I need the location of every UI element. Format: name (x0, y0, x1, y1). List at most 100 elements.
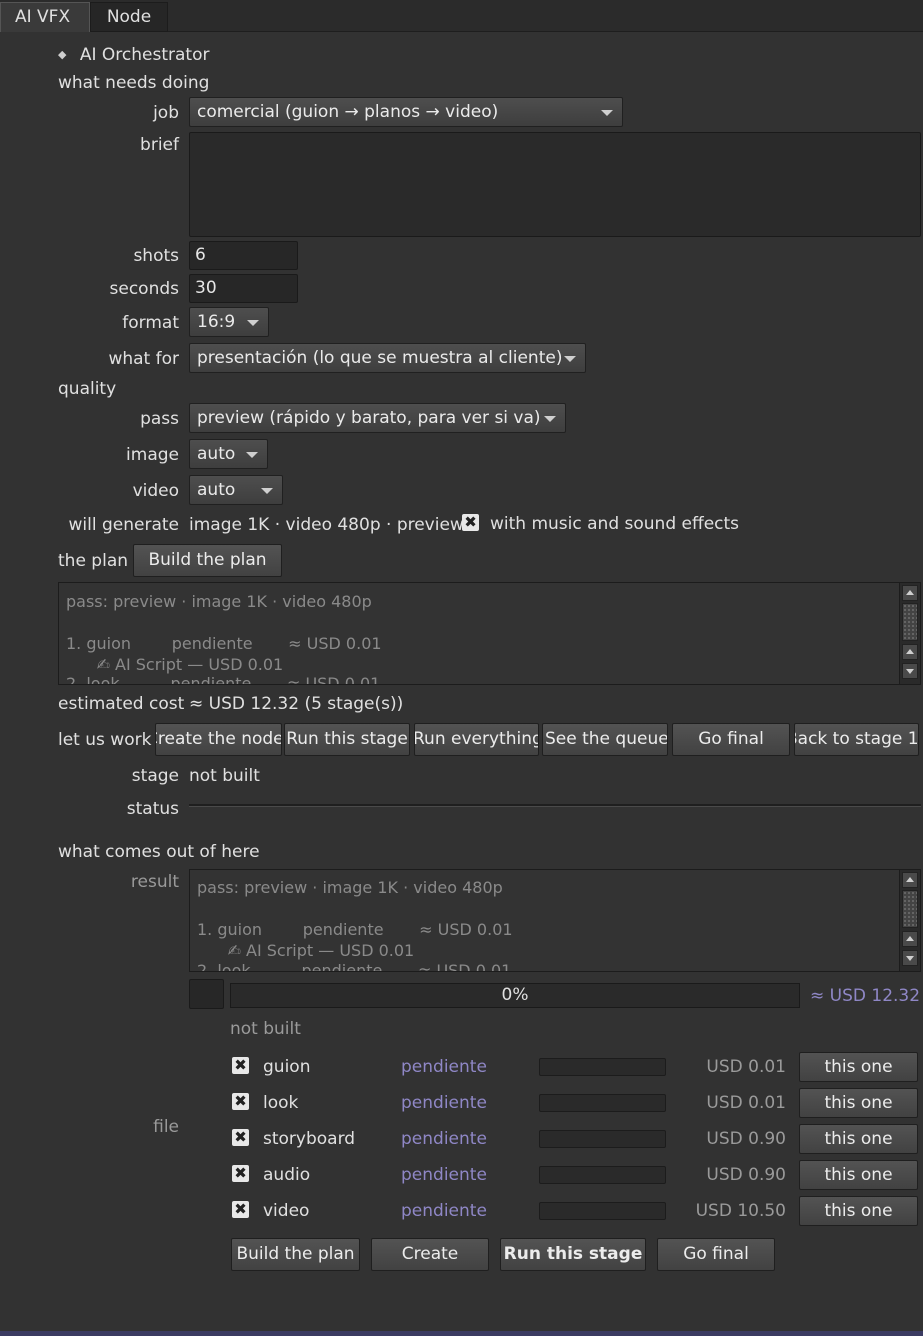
video-select-value: auto (197, 480, 236, 500)
plan-line: pass: preview · image 1K · video 480p (66, 592, 372, 611)
scroll-up-button[interactable] (902, 585, 918, 601)
stage-this-one-button[interactable]: this one (799, 1196, 918, 1226)
stage-cost: USD 0.01 (706, 1093, 786, 1113)
format-label: format (122, 313, 179, 333)
will-generate-value: image 1K · video 480p · preview (189, 515, 464, 535)
will-generate-label: will generate (68, 515, 180, 535)
go-final-bottom-button[interactable]: Go final (657, 1238, 775, 1271)
bottom-accent-bar (0, 1331, 923, 1336)
stage-checkbox[interactable]: ✖ (232, 1057, 249, 1074)
stage-cost: USD 10.50 (695, 1201, 786, 1221)
stage-name: look (263, 1093, 299, 1113)
stage-this-one-button[interactable]: this one (799, 1052, 918, 1082)
run-stage-bottom-button[interactable]: Run this stage (500, 1238, 646, 1271)
see-queue-button[interactable]: See the queue (542, 723, 668, 756)
create-node-label: Create the node (155, 729, 282, 749)
result-textbox[interactable]: pass: preview · image 1K · video 480p 1.… (189, 869, 921, 972)
video-select[interactable]: auto (189, 475, 283, 505)
scroll-up-button[interactable] (902, 644, 918, 660)
format-select[interactable]: 16:9 (189, 307, 269, 337)
result-line: 2. look pendiente ≈ USD 0.01 (197, 961, 512, 972)
arrow-up-icon (906, 590, 914, 595)
what-for-select-value: presentación (lo que se muestra al clien… (197, 348, 563, 368)
chevron-down-icon (544, 416, 556, 422)
stage-progress-bar (539, 1058, 666, 1076)
result-label: result (130, 872, 179, 892)
build-plan-button[interactable]: Build the plan (133, 544, 282, 577)
pass-select-value: preview (rápido y barato, para ver si va… (197, 408, 541, 428)
plan-line: ✍ AI Script — USD 0.01 (66, 655, 284, 674)
scroll-down-button[interactable] (902, 663, 918, 679)
run-stage-button[interactable]: Run this stage (284, 723, 410, 756)
stage-this-one-button[interactable]: this one (799, 1088, 918, 1118)
seconds-input[interactable]: 30 (189, 274, 298, 303)
panel-title: AI Orchestrator (79, 45, 210, 65)
job-select[interactable]: comercial (guion → planos → video) (189, 97, 623, 127)
image-select[interactable]: auto (189, 439, 268, 469)
back-to-stage-1-button[interactable]: Back to stage 1 (794, 723, 919, 756)
stage-checkbox[interactable]: ✖ (232, 1165, 249, 1182)
plan-scrollbar[interactable] (899, 583, 920, 684)
stage-checkbox[interactable]: ✖ (232, 1093, 249, 1110)
stage-progress-bar (539, 1202, 666, 1220)
stage-this-one-button[interactable]: this one (799, 1124, 918, 1154)
scroll-handle[interactable] (902, 890, 918, 928)
arrow-up-icon (906, 649, 914, 654)
progress-bar: 0% (230, 983, 800, 1008)
section-what-comes-out: what comes out of here (58, 842, 260, 862)
x-mark-icon: ✖ (234, 1200, 247, 1218)
shots-input[interactable]: 6 (189, 241, 298, 270)
what-for-select[interactable]: presentación (lo que se muestra al clien… (189, 343, 586, 373)
result-line: 1. guion pendiente ≈ USD 0.01 (197, 920, 513, 939)
stage-label: stage (131, 766, 179, 786)
what-for-label: what for (108, 349, 179, 369)
run-everything-button[interactable]: Run everything (414, 723, 539, 756)
see-queue-label: See the queue (545, 729, 668, 749)
diamond-icon: ◆ (58, 48, 67, 61)
stage-checkbox[interactable]: ✖ (232, 1201, 249, 1218)
shots-label: shots (133, 246, 179, 266)
create-button[interactable]: Create (371, 1238, 489, 1271)
build-plan-bottom-button[interactable]: Build the plan (231, 1238, 360, 1271)
stage-cost: USD 0.90 (706, 1165, 786, 1185)
pass-label: pass (140, 409, 179, 429)
result-line: pass: preview · image 1K · video 480p (197, 878, 503, 897)
arrow-up-icon (906, 877, 914, 882)
video-label: video (132, 481, 179, 501)
stage-cost: USD 0.90 (706, 1129, 786, 1149)
estimated-cost-label: estimated cost (58, 694, 185, 714)
result-scrollbar[interactable] (899, 870, 920, 971)
go-final-button[interactable]: Go final (672, 723, 790, 756)
format-select-value: 16:9 (197, 312, 236, 332)
x-mark-icon: ✖ (234, 1164, 247, 1182)
plan-line: 2. look pendiente ≈ USD 0.01 (66, 674, 381, 685)
chevron-down-icon (247, 320, 259, 326)
stage-value: not built (189, 766, 260, 786)
music-checkbox[interactable]: ✖ (462, 514, 479, 531)
scroll-up-button[interactable] (902, 872, 918, 888)
scroll-up-button[interactable] (902, 931, 918, 947)
tab-ai-vfx[interactable]: AI VFX (0, 2, 90, 32)
status-divider (189, 804, 921, 807)
stage-this-one-button[interactable]: this one (799, 1160, 918, 1190)
build-state: not built (230, 1019, 301, 1039)
thumbnail-swatch[interactable] (189, 979, 224, 1009)
stage-cost: USD 0.01 (706, 1057, 786, 1077)
stage-status: pendiente (401, 1201, 487, 1221)
music-label: with music and sound effects (490, 514, 740, 534)
brief-label: brief (140, 135, 179, 155)
create-node-button[interactable]: Create the node (155, 723, 282, 756)
scroll-handle[interactable] (902, 603, 918, 641)
scroll-down-button[interactable] (902, 950, 918, 966)
progress-value: 0% (501, 985, 529, 1005)
status-label: status (126, 799, 179, 819)
image-select-value: auto (197, 444, 236, 464)
plan-line: 1. guion pendiente ≈ USD 0.01 (66, 634, 382, 653)
tab-node[interactable]: Node (90, 2, 168, 32)
stage-checkbox[interactable]: ✖ (232, 1129, 249, 1146)
pass-select[interactable]: preview (rápido y barato, para ver si va… (189, 403, 566, 433)
plan-textbox[interactable]: pass: preview · image 1K · video 480p 1.… (58, 582, 921, 685)
brief-textarea[interactable] (189, 132, 921, 237)
total-cost: ≈ USD 12.32 (810, 986, 921, 1006)
x-mark-icon: ✖ (234, 1092, 247, 1110)
